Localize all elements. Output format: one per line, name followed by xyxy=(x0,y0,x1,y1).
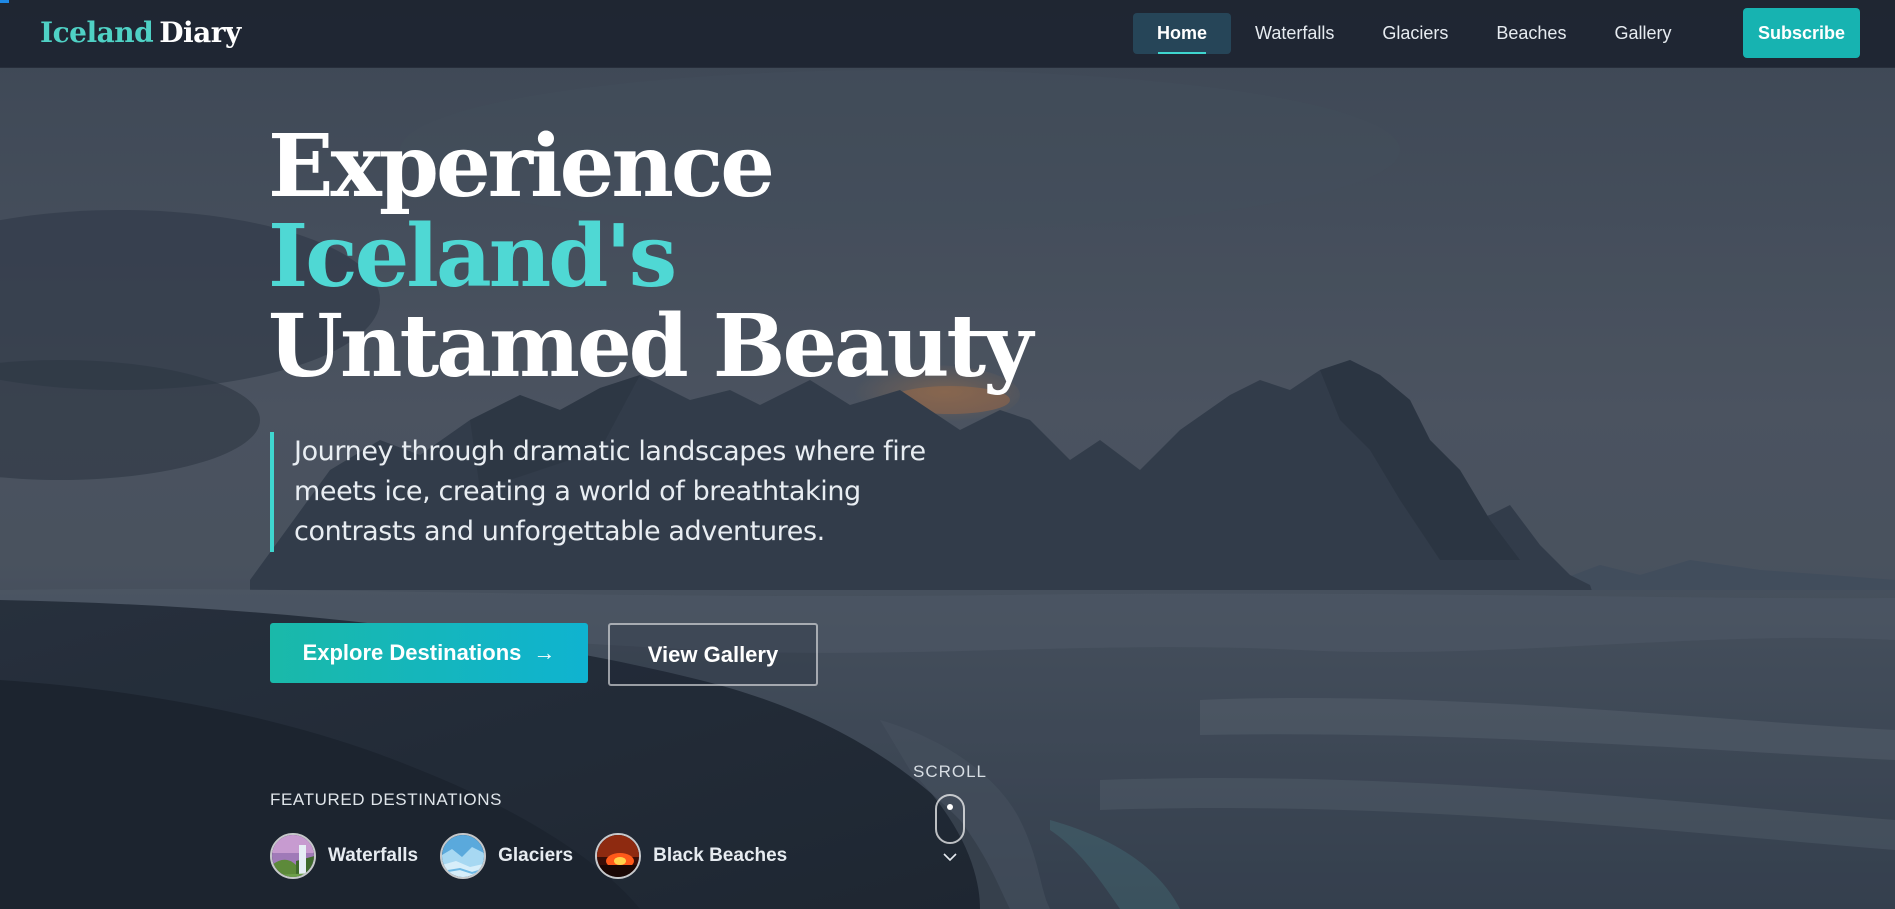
explore-destinations-button[interactable]: Explore Destinations → xyxy=(270,623,588,683)
brand-name-part1: Iceland xyxy=(40,16,154,49)
nav-item-glaciers[interactable]: Glaciers xyxy=(1358,13,1472,54)
explore-destinations-label: Explore Destinations xyxy=(302,640,522,665)
scroll-indicator[interactable]: SCROLL xyxy=(910,762,990,862)
arrow-right-icon: → xyxy=(533,640,556,665)
subscribe-button[interactable]: Subscribe xyxy=(1743,8,1860,58)
brand-logo[interactable]: Iceland Diary xyxy=(40,16,241,49)
nav-item-beaches[interactable]: Beaches xyxy=(1472,13,1590,54)
hero-intro-text: Journey through dramatic landscapes wher… xyxy=(270,432,970,552)
mouse-wheel-dot xyxy=(947,804,953,810)
nav-item-home[interactable]: Home xyxy=(1133,12,1232,54)
top-navigation: Iceland Diary Home Waterfalls Glaciers Be… xyxy=(0,0,1895,68)
destination-waterfalls[interactable]: Waterfalls xyxy=(270,833,418,879)
destination-glaciers[interactable]: Glaciers xyxy=(440,833,573,879)
scroll-progress-indicator xyxy=(0,0,9,3)
main-nav: Home Waterfalls Glaciers Beaches Gallery xyxy=(1133,12,1695,54)
scroll-label: SCROLL xyxy=(912,762,988,781)
glacier-thumb-icon xyxy=(440,833,487,879)
destination-name: Waterfalls xyxy=(328,845,419,866)
brand-name-part2: Diary xyxy=(159,16,241,49)
headline-line-1: Experience xyxy=(268,116,775,217)
featured-destinations-list: Waterfalls Glaciers Black Beaches xyxy=(270,833,809,879)
destination-name: Glaciers xyxy=(498,845,574,866)
featured-destinations-label: FEATURED DESTINATIONS xyxy=(270,790,503,809)
view-gallery-button[interactable]: View Gallery xyxy=(608,623,818,686)
lava-thumb-icon xyxy=(595,833,642,879)
mouse-icon xyxy=(935,794,965,844)
headline-line-2-accent: Iceland's xyxy=(268,206,677,307)
waterfall-thumb-icon xyxy=(270,833,316,879)
nav-item-waterfalls[interactable]: Waterfalls xyxy=(1231,13,1358,54)
destination-name: Black Beaches xyxy=(653,845,788,866)
chevron-down-icon xyxy=(943,853,957,862)
hero-headline: Experience Iceland's Untamed Beauty xyxy=(268,116,1033,397)
headline-line-3: Untamed Beauty xyxy=(268,296,1033,397)
hero-section: Experience Iceland's Untamed Beauty Jour… xyxy=(0,0,1895,909)
nav-item-gallery[interactable]: Gallery xyxy=(1590,13,1695,54)
destination-black-beaches[interactable]: Black Beaches xyxy=(595,833,787,879)
